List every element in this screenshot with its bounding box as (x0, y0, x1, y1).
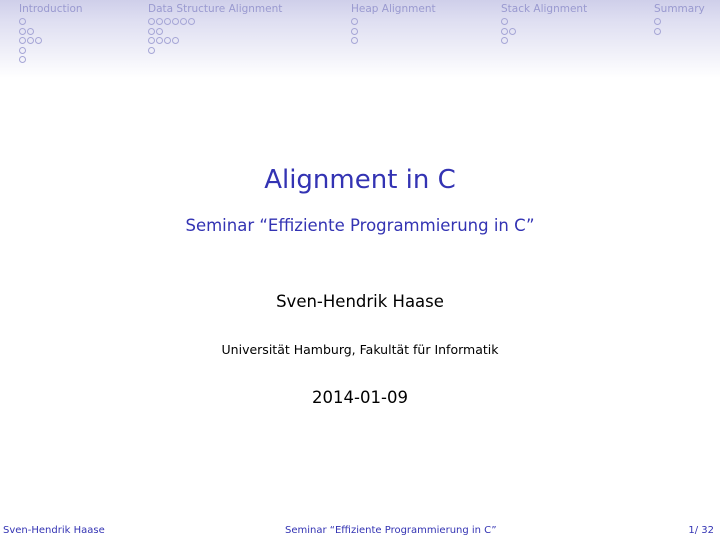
subsection-row (501, 27, 587, 37)
nav-section-stack-alignment: Stack Alignment (501, 3, 587, 46)
frame-bullet-icon[interactable] (501, 37, 508, 45)
nav-section-summary: Summary (654, 3, 705, 36)
frame-bullet-icon[interactable] (19, 46, 26, 54)
slide-subtitle: Seminar “Effiziente Programmierung in C” (185, 216, 535, 235)
frame-bullet-icon[interactable] (148, 27, 155, 35)
subsection-row (19, 55, 83, 65)
subsection-row (654, 17, 705, 27)
frame-bullet-icon[interactable] (172, 18, 179, 26)
nav-section-heap-alignment: Heap Alignment (351, 3, 436, 46)
subsection-row (19, 17, 83, 27)
subsection-dots (501, 17, 587, 46)
subsection-dots (654, 17, 705, 36)
frame-bullet-icon[interactable] (148, 18, 155, 26)
frame-bullet-icon[interactable] (351, 37, 358, 45)
nav-section-link[interactable]: Data Structure Alignment (148, 3, 282, 16)
frame-bullet-icon[interactable] (501, 27, 508, 35)
frame-bullet-icon[interactable] (351, 18, 358, 26)
footer-title: Seminar “Effiziente Programmierung in C” (285, 525, 497, 536)
frame-bullet-icon[interactable] (164, 18, 171, 26)
frame-bullet-icon[interactable] (654, 18, 661, 26)
headline-navigation-bar: Introduction Data Structure Alignment He… (0, 0, 720, 78)
subsection-row (148, 27, 282, 37)
slide-author: Sven-Hendrik Haase (276, 292, 444, 311)
frame-bullet-icon[interactable] (172, 37, 179, 45)
slide-institute: Universität Hamburg, Fakultät für Inform… (221, 342, 499, 357)
subsection-row (351, 17, 436, 27)
nav-section-data-structure-alignment: Data Structure Alignment (148, 3, 282, 55)
subsection-row (148, 17, 282, 27)
subsection-row (501, 17, 587, 27)
page-number: 1/ 32 (688, 525, 714, 536)
nav-section-link[interactable]: Heap Alignment (351, 3, 436, 16)
frame-bullet-icon[interactable] (501, 18, 508, 26)
nav-section-link[interactable]: Summary (654, 3, 705, 16)
frame-bullet-icon[interactable] (19, 37, 26, 45)
subsection-row (351, 27, 436, 37)
subsection-dots (148, 17, 282, 55)
subsection-row (19, 27, 83, 37)
nav-section-link[interactable]: Stack Alignment (501, 3, 587, 16)
frame-bullet-icon[interactable] (509, 27, 516, 35)
slide-title: Alignment in C (264, 165, 456, 195)
frame-bullet-icon[interactable] (19, 18, 26, 26)
subsection-row (148, 46, 282, 56)
frame-bullet-icon[interactable] (654, 27, 661, 35)
frame-bullet-icon[interactable] (188, 18, 195, 26)
subsection-row (19, 46, 83, 56)
frame-bullet-icon[interactable] (148, 37, 155, 45)
nav-section-link[interactable]: Introduction (19, 3, 83, 16)
frame-bullet-icon[interactable] (27, 37, 34, 45)
subsection-row (19, 36, 83, 46)
frame-bullet-icon[interactable] (156, 37, 163, 45)
subsection-row (654, 27, 705, 37)
frame-bullet-icon[interactable] (148, 46, 155, 54)
subsection-dots (19, 17, 83, 65)
frame-bullet-icon[interactable] (35, 37, 42, 45)
frame-bullet-icon[interactable] (180, 18, 187, 26)
frame-bullet-icon[interactable] (156, 18, 163, 26)
subsection-row (351, 36, 436, 46)
subsection-row (148, 36, 282, 46)
slide-date: 2014-01-09 (312, 388, 408, 407)
nav-section-introduction: Introduction (19, 3, 83, 65)
frame-bullet-icon[interactable] (27, 27, 34, 35)
subsection-row (501, 36, 587, 46)
frame-bullet-icon[interactable] (156, 27, 163, 35)
subsection-dots (351, 17, 436, 46)
footline: Sven-Hendrik Haase Seminar “Effiziente P… (0, 525, 720, 541)
frame-bullet-icon[interactable] (19, 27, 26, 35)
frame-bullet-icon[interactable] (351, 27, 358, 35)
frame-bullet-icon[interactable] (164, 37, 171, 45)
frame-bullet-icon[interactable] (19, 56, 26, 64)
footer-author: Sven-Hendrik Haase (3, 525, 105, 536)
